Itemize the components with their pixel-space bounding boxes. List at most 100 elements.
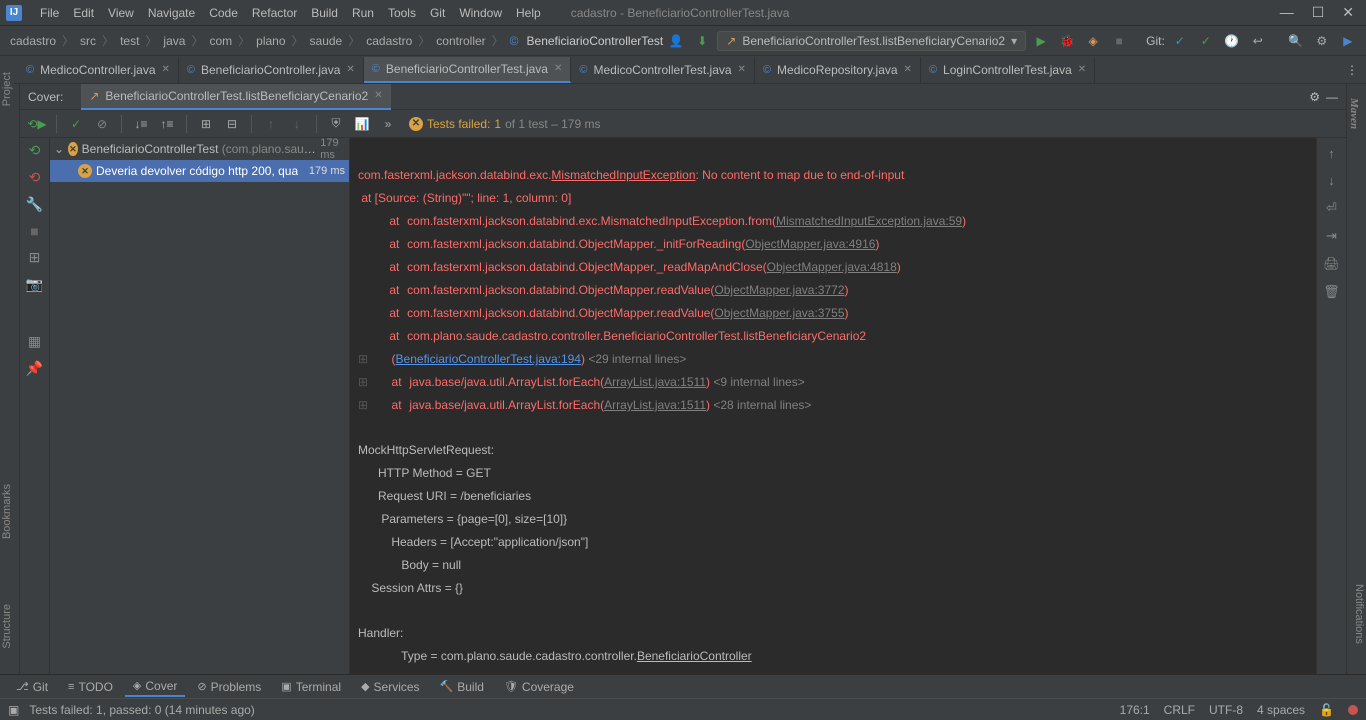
crumb[interactable]: src xyxy=(78,34,98,48)
coverage-button[interactable]: ◈ xyxy=(1082,30,1104,52)
sidebar-notifications[interactable]: Notifications xyxy=(1352,580,1366,648)
stop-icon[interactable]: ■ xyxy=(30,223,38,239)
crumb[interactable]: cadastro xyxy=(8,34,58,48)
console-link[interactable]: BeneficiarioController xyxy=(637,649,752,663)
tw-problems[interactable]: ⊘Problems xyxy=(189,678,269,696)
menu-edit[interactable]: Edit xyxy=(67,4,100,22)
console-link[interactable]: MismatchedInputException xyxy=(551,168,695,182)
git-rollback-button[interactable]: ↩ xyxy=(1247,30,1269,52)
console-output[interactable]: com.fasterxml.jackson.databind.exc.Misma… xyxy=(350,138,1316,674)
sort-up-button[interactable]: ↑≡ xyxy=(156,113,178,135)
console-link[interactable]: BeneficiarioControllerTest.java:194 xyxy=(396,352,581,366)
print-icon[interactable]: 🖨 xyxy=(1323,256,1340,272)
tw-coverage[interactable]: 🛡Coverage xyxy=(496,678,582,696)
menu-file[interactable]: File xyxy=(34,4,65,22)
sidebar-project[interactable]: Project xyxy=(0,68,14,110)
trash-icon[interactable]: 🗑 xyxy=(1323,284,1340,300)
crumb[interactable]: java xyxy=(161,34,187,48)
export-button[interactable]: 📊 xyxy=(351,113,373,135)
more-button[interactable]: » xyxy=(377,113,399,135)
git-commit-button[interactable]: ✓ xyxy=(1195,30,1217,52)
scroll-up-icon[interactable]: ↑ xyxy=(1328,146,1335,161)
git-update-button[interactable]: ✓ xyxy=(1169,30,1191,52)
prev-button[interactable]: ↑ xyxy=(260,113,282,135)
crumb[interactable]: cadastro xyxy=(364,34,414,48)
line-separator[interactable]: CRLF xyxy=(1164,703,1195,717)
tab-medico-controller[interactable]: ©MedicoController.java✕ xyxy=(18,57,179,83)
rerun-button[interactable]: ⟲▶ xyxy=(26,113,48,135)
menu-tools[interactable]: Tools xyxy=(382,4,422,22)
run-target-icon[interactable]: 👤 xyxy=(665,30,687,52)
wrap-icon[interactable]: ⏎ xyxy=(1326,200,1337,216)
close-icon[interactable]: ✕ xyxy=(346,64,354,75)
crumb[interactable]: controller xyxy=(434,34,487,48)
close-button[interactable]: ✕ xyxy=(1342,4,1354,21)
test-tree[interactable]: ⌄ ✕ BeneficiarioControllerTest (com.plan… xyxy=(50,138,350,674)
error-indicator[interactable] xyxy=(1348,705,1358,715)
wrench-icon[interactable]: 🔧 xyxy=(26,196,43,213)
tw-services[interactable]: ◆Services xyxy=(353,678,427,696)
readonly-icon[interactable]: 🔓 xyxy=(1319,703,1334,717)
caret-position[interactable]: 176:1 xyxy=(1120,703,1150,717)
scroll-to-end-icon[interactable]: ⇥ xyxy=(1326,228,1337,244)
console-link[interactable]: ArrayList.java:1511 xyxy=(604,398,706,412)
crumb[interactable]: com xyxy=(207,34,234,48)
plugins-button[interactable]: ▶ xyxy=(1337,30,1359,52)
collapse-all-button[interactable]: ⊟ xyxy=(221,113,243,135)
tab-beneficiario-controller[interactable]: ©BeneficiarioController.java✕ xyxy=(179,57,364,83)
debug-button[interactable]: 🐞 xyxy=(1056,30,1078,52)
expand-icon[interactable]: ⊞ xyxy=(358,375,368,389)
console-link[interactable]: ObjectMapper.java:3755 xyxy=(714,306,844,320)
console-link[interactable]: ArrayList.java:1511 xyxy=(604,375,706,389)
settings-icon[interactable]: ⚙ xyxy=(1309,90,1320,104)
tree-row-class[interactable]: ⌄ ✕ BeneficiarioControllerTest (com.plan… xyxy=(50,138,349,160)
stop-button[interactable]: ■ xyxy=(1108,30,1130,52)
git-history-button[interactable]: 🕐 xyxy=(1221,30,1243,52)
close-icon[interactable]: ✕ xyxy=(374,90,382,101)
menu-git[interactable]: Git xyxy=(424,4,451,22)
console-link[interactable]: ObjectMapper.java:4818 xyxy=(767,260,897,274)
import-button[interactable]: ⛨ xyxy=(325,113,347,135)
crumb[interactable]: test xyxy=(118,34,141,48)
sidebar-maven[interactable]: Maven xyxy=(1347,94,1361,133)
crumb[interactable]: BeneficiarioControllerTest xyxy=(525,34,666,48)
close-icon[interactable]: ✕ xyxy=(1078,64,1086,75)
sidebar-structure[interactable]: Structure xyxy=(0,600,14,653)
run-button[interactable]: ▶ xyxy=(1030,30,1052,52)
tabs-more-icon[interactable]: ⋮ xyxy=(1346,63,1358,77)
expand-icon[interactable]: ⊞ xyxy=(358,398,368,412)
menu-window[interactable]: Window xyxy=(453,4,508,22)
tw-build[interactable]: 🔨Build xyxy=(432,678,492,696)
console-link[interactable]: MismatchedInputException.java:59 xyxy=(776,214,962,228)
tab-login-controller-test[interactable]: ©LoginControllerTest.java✕ xyxy=(921,57,1095,83)
tw-todo[interactable]: ≡TODO xyxy=(60,678,121,696)
menu-build[interactable]: Build xyxy=(305,4,344,22)
menu-view[interactable]: View xyxy=(102,4,140,22)
expand-icon[interactable]: ⊞ xyxy=(358,352,368,366)
scroll-down-icon[interactable]: ↓ xyxy=(1328,173,1335,188)
build-icon[interactable]: ⬇ xyxy=(691,30,713,52)
console-link[interactable]: ObjectMapper.java:3772 xyxy=(714,283,844,297)
search-button[interactable]: 🔍 xyxy=(1285,30,1307,52)
hide-icon[interactable]: — xyxy=(1326,90,1338,104)
close-icon[interactable]: ✕ xyxy=(738,64,746,75)
minimize-button[interactable]: — xyxy=(1280,4,1294,21)
crumb[interactable]: saude xyxy=(308,34,345,48)
console-link[interactable]: ObjectMapper.java:4916 xyxy=(745,237,875,251)
tree-row-test[interactable]: ✕ Deveria devolver código http 200, qua … xyxy=(50,160,349,182)
tab-medico-repository[interactable]: ©MedicoRepository.java✕ xyxy=(755,57,921,83)
cover-tab[interactable]: ↗ BeneficiarioControllerTest.listBenefic… xyxy=(81,84,390,110)
menu-navigate[interactable]: Navigate xyxy=(142,4,201,22)
status-widget-icon[interactable]: ▣ xyxy=(8,703,19,717)
chevron-down-icon[interactable]: ⌄ xyxy=(54,142,64,156)
tab-medico-controller-test[interactable]: ©MedicoControllerTest.java✕ xyxy=(571,57,755,83)
indent-widget[interactable]: 4 spaces xyxy=(1257,703,1305,717)
crumb[interactable]: plano xyxy=(254,34,287,48)
menu-run[interactable]: Run xyxy=(346,4,380,22)
close-icon[interactable]: ✕ xyxy=(554,63,562,74)
sidebar-bookmarks[interactable]: Bookmarks xyxy=(0,480,14,543)
breadcrumb[interactable]: cadastro〉 src〉 test〉 java〉 com〉 plano〉 s… xyxy=(8,32,665,49)
tab-beneficiario-controller-test[interactable]: ©BeneficiarioControllerTest.java✕ xyxy=(364,57,572,83)
layout-icon[interactable]: ⊞ xyxy=(29,249,41,266)
camera-icon[interactable]: 📷 xyxy=(26,276,43,293)
